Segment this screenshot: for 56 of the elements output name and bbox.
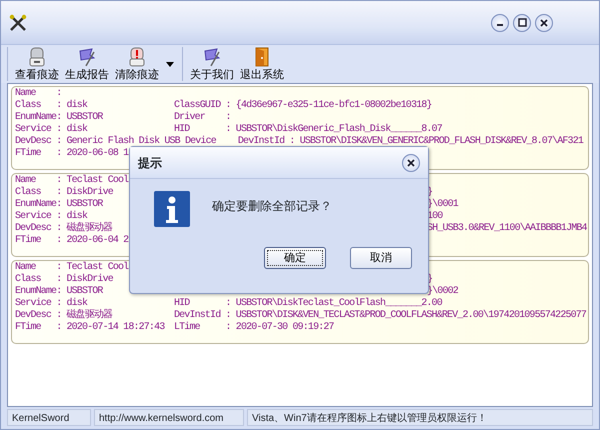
field-text: HID : USBSTOR\DiskTeclast_CoolFlash_______2.00 bbox=[174, 298, 442, 310]
field-text: Name : bbox=[15, 88, 62, 100]
field-text: DevInstId : USBSTOR\DISK&VEN_GENERIC&PROD_FLASH_DISK&REV_8.07\AF321 bbox=[238, 136, 584, 148]
field-text: Service : disk bbox=[15, 124, 88, 136]
field-text: DevDesc : 磁盘驱动器 bbox=[15, 223, 112, 234]
toolbar-button[interactable]: 生成报告 bbox=[62, 47, 112, 81]
field-text: Class : DiskDrive bbox=[15, 274, 113, 286]
ok-button[interactable]: 确定 bbox=[264, 247, 326, 269]
field-text: FTime : 2020-06-08 1 bbox=[15, 148, 128, 160]
field-text: LTime : 2020-07-30 09:19:27 bbox=[174, 322, 334, 334]
field-text: }\0001 bbox=[427, 199, 458, 211]
field-text: Driver : bbox=[174, 112, 231, 124]
close-icon bbox=[540, 18, 548, 26]
tools-icon bbox=[9, 14, 27, 32]
door-icon bbox=[254, 47, 270, 67]
field-text: EnumName: USBSTOR bbox=[15, 286, 103, 298]
status-text: KernelSword bbox=[7, 409, 91, 426]
cancel-button[interactable]: 取消 bbox=[350, 247, 412, 269]
alert-drive-icon bbox=[129, 47, 145, 67]
caret-icon bbox=[166, 62, 174, 66]
toolbar-button[interactable]: 查看痕迹 bbox=[12, 47, 62, 81]
field-text: EnumName: USBSTOR bbox=[15, 112, 103, 124]
exit-button[interactable]: 退出系统 bbox=[237, 47, 287, 81]
flag-icon bbox=[202, 47, 222, 67]
close-button[interactable] bbox=[402, 154, 420, 172]
field-text: DevDesc : Generic Flash Disk USB Device bbox=[15, 136, 216, 148]
field-text: }\0002 bbox=[427, 286, 458, 298]
field-text: Name : Teclast Cool bbox=[15, 175, 128, 186]
field-text: Name : Teclast Cool bbox=[15, 262, 128, 274]
drive-icon bbox=[29, 47, 45, 67]
status-text: Vista、Win7请在程序图标上右键以管理员权限运行！ bbox=[247, 409, 593, 426]
toolbar-button[interactable]: 关于我们 bbox=[187, 47, 237, 81]
info-icon bbox=[154, 191, 190, 227]
toolbar-button[interactable]: 清除痕迹 bbox=[112, 47, 162, 81]
dialog-title: 提示 bbox=[138, 154, 162, 172]
field-text: DevDesc : 磁盘驱动器 bbox=[15, 310, 112, 322]
minimize-button[interactable] bbox=[491, 14, 509, 32]
flag-icon bbox=[77, 47, 97, 67]
close-button[interactable] bbox=[535, 14, 553, 32]
field-text: FTime : 2020-07-14 18:27:43 bbox=[15, 322, 164, 334]
close-icon bbox=[407, 158, 415, 166]
maximize-button[interactable] bbox=[513, 14, 531, 32]
field-text: FTime : 2020-06-04 2 bbox=[15, 235, 128, 247]
field-text: 100 bbox=[427, 211, 442, 222]
field-text: HID : USBSTOR\DiskGeneric_Flash_Disk______8.07 bbox=[174, 124, 442, 136]
field-text: SH_USB3.0&REV_1100\AAIBBBB1JMB4 bbox=[427, 223, 587, 235]
field-text: EnumName: USBSTOR bbox=[15, 199, 103, 210]
field-text: Service : disk bbox=[15, 298, 88, 309]
status-link[interactable]: http://www.kernelsword.com bbox=[94, 409, 244, 426]
maximize-icon bbox=[518, 18, 526, 27]
field-text: Class : disk bbox=[15, 100, 88, 112]
field-text: Service : disk bbox=[15, 211, 88, 222]
field-text: DevInstId : USBSTOR\DISK&VEN_TECLAST&PROD_COOLFLASH&REV_2.00\1974201095574225077 bbox=[174, 310, 586, 322]
field-text: Class : DiskDrive bbox=[15, 187, 113, 199]
dialog-message: 确定要删除全部记录？ bbox=[212, 198, 332, 215]
field-text: ClassGUID : {4d36e967-e325-11ce-bfc1-08002be10318} bbox=[174, 100, 432, 112]
